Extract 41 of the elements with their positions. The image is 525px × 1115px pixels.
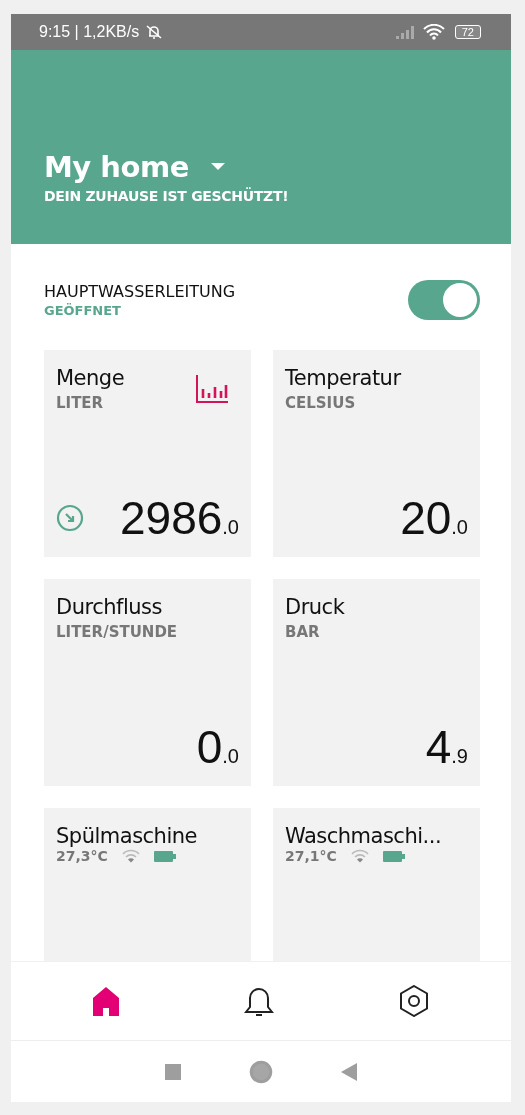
card-value: 20.0 [400,491,468,545]
card-unit: LITER [56,394,105,412]
home-title: My home [44,150,189,184]
battery-indicator: 72 [454,25,481,39]
wifi-icon [121,849,140,863]
card-value: 0.0 [196,720,239,774]
card-title: Spülmaschine [56,824,198,848]
bell-off-icon [145,24,164,40]
device-temperature: 27,3°C [56,848,108,864]
battery-icon [382,850,405,862]
sensor-card[interactable]: Druck BAR 4.9 [273,579,480,786]
sensor-card[interactable]: Durchfluss LITER/STUNDE 0.0 [44,579,251,786]
card-title: Durchfluss [56,595,163,619]
sensor-card[interactable]: Menge LITER 2986.0 [44,350,251,557]
valve-toggle[interactable] [408,280,480,320]
recents-button[interactable] [165,1063,181,1080]
wifi-icon [422,24,445,40]
back-button[interactable] [341,1062,357,1081]
card-unit: LITER/STUNDE [56,623,178,641]
card-title: Menge [56,366,125,390]
sensor-card[interactable]: Waschmaschi... 27,1°C [273,808,480,961]
sensor-card[interactable]: Spülmaschine 27,3°C [44,808,251,961]
card-value: 4.9 [425,720,468,774]
card-value: 2986.0 [119,491,239,545]
sensor-card[interactable]: Temperatur CELSIUS 20.0 [273,350,480,557]
signal-icon [394,25,417,39]
status-time: 9:15 | 1,2KB/s [39,23,140,41]
dropdown-caret-icon[interactable] [210,163,225,171]
wifi-icon [350,849,369,863]
valve-state: GEÖFFNET [44,303,122,318]
home-button[interactable] [249,1059,273,1084]
home-status: DEIN ZUHAUSE IST GESCHÜTZT! [44,188,290,204]
device-temperature: 27,1°C [285,848,337,864]
valve-label: HAUPTWASSERLEITUNG [44,282,236,301]
card-title: Druck [285,595,345,619]
bar-chart-icon[interactable] [195,374,229,404]
battery-icon [153,850,176,862]
card-title: Temperatur [285,366,401,390]
card-title: Waschmaschi... [285,824,443,848]
card-unit: BAR [285,623,321,641]
card-unit: CELSIUS [285,394,357,412]
